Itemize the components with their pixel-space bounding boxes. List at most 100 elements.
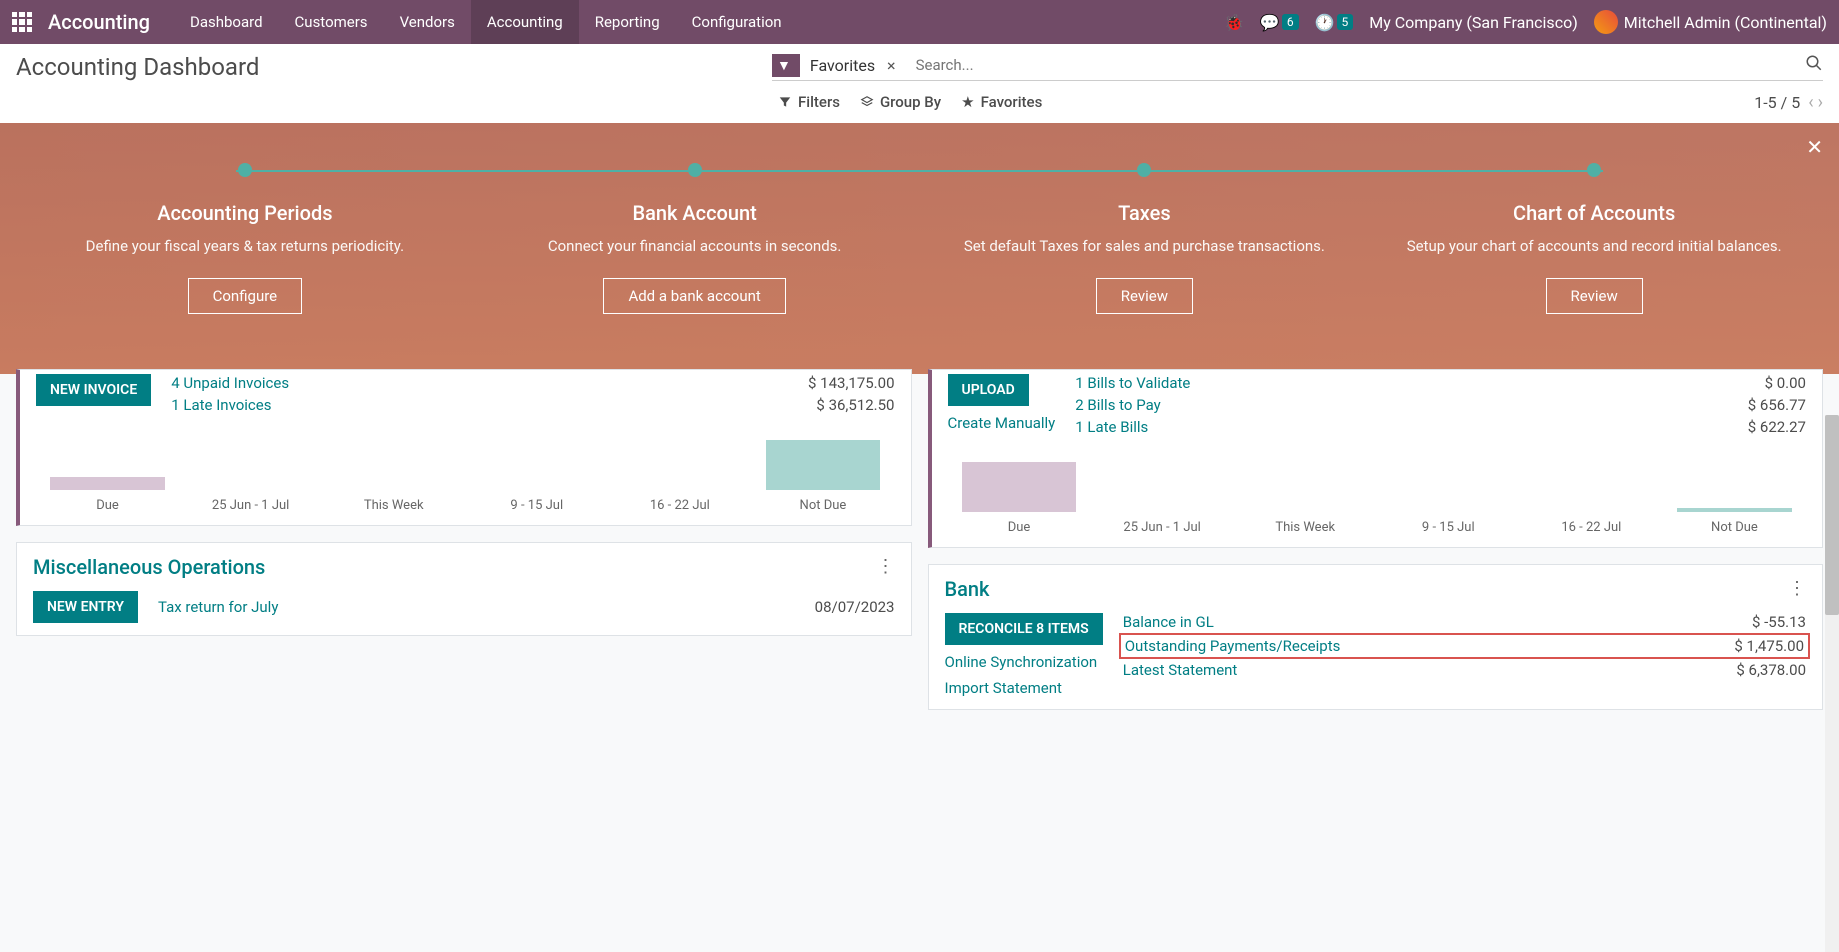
kv-value: $ 1,475.00: [1734, 637, 1804, 655]
chart-label: Due: [36, 498, 179, 513]
step-dot-icon: [1137, 163, 1151, 177]
nav-link-reporting[interactable]: Reporting: [579, 0, 676, 44]
step-desc: Connect your financial accounts in secon…: [490, 235, 900, 258]
step-title: Bank Account: [490, 201, 900, 225]
chart-bar: [1663, 508, 1806, 511]
chat-icon[interactable]: 💬6: [1260, 13, 1299, 32]
step-desc: Setup your chart of accounts and record …: [1389, 235, 1799, 258]
kv-value: $ 143,175.00: [808, 374, 895, 392]
chart-label: Not Due: [1663, 520, 1806, 535]
chat-badge: 6: [1282, 14, 1299, 30]
brand-title: Accounting: [48, 10, 150, 34]
onboarding-step: Taxes Set default Taxes for sales and pu…: [920, 163, 1370, 314]
step-title: Chart of Accounts: [1389, 201, 1799, 225]
kv-row[interactable]: 1 Late Bills$ 622.27: [1075, 418, 1806, 436]
search-icon[interactable]: [1805, 54, 1823, 76]
top-nav: Accounting DashboardCustomersVendorsAcco…: [0, 0, 1839, 44]
bills-chart: [948, 452, 1807, 512]
chart-label: 16 - 22 Jul: [608, 498, 751, 513]
scrollbar-thumb[interactable]: [1825, 415, 1839, 615]
step-button[interactable]: Add a bank account: [603, 278, 785, 314]
kv-value: $ 0.00: [1765, 374, 1806, 392]
bug-icon[interactable]: 🐞: [1224, 13, 1244, 32]
control-bar: Accounting Dashboard ▼ Favorites × Filte…: [0, 44, 1839, 123]
misc-item-label[interactable]: Tax return for July: [158, 598, 775, 616]
nav-link-dashboard[interactable]: Dashboard: [174, 0, 279, 44]
step-button[interactable]: Configure: [188, 278, 303, 314]
search-input[interactable]: [908, 52, 1805, 78]
chart-label: 9 - 15 Jul: [465, 498, 608, 513]
card-menu-icon[interactable]: ⋮: [1788, 578, 1806, 599]
search-facet: ▼: [772, 54, 800, 77]
kv-value: $ -55.13: [1752, 613, 1806, 631]
misc-card-title[interactable]: Miscellaneous Operations: [33, 555, 265, 579]
onboarding-step: Bank Account Connect your financial acco…: [470, 163, 920, 314]
company-selector[interactable]: My Company (San Francisco): [1369, 13, 1578, 32]
kv-row[interactable]: Outstanding Payments/Receipts $ 1,475.00: [1119, 633, 1810, 659]
facet-label: Favorites ×: [802, 54, 908, 77]
kv-key: Outstanding Payments/Receipts: [1125, 637, 1341, 655]
import-statement-link[interactable]: Import Statement: [945, 679, 1062, 697]
nav-link-accounting[interactable]: Accounting: [471, 0, 579, 44]
chart-label: This Week: [322, 498, 465, 513]
pager-next-icon[interactable]: ›: [1818, 92, 1823, 113]
kv-row[interactable]: 1 Late Invoices$ 36,512.50: [171, 396, 894, 414]
apps-icon[interactable]: [12, 12, 32, 32]
favorites-button[interactable]: ★ Favorites: [951, 89, 1052, 115]
card-menu-icon[interactable]: ⋮: [877, 556, 895, 577]
reconcile-button[interactable]: RECONCILE 8 ITEMS: [945, 613, 1103, 645]
onboarding-steps: Accounting Periods Define your fiscal ye…: [20, 163, 1819, 314]
nav-link-configuration[interactable]: Configuration: [676, 0, 798, 44]
groupby-button[interactable]: Group By: [850, 89, 951, 115]
chart-bar: [36, 477, 179, 490]
kv-row[interactable]: Balance in GL $ -55.13: [1123, 613, 1806, 631]
new-entry-button[interactable]: NEW ENTRY: [33, 591, 138, 623]
create-manually-link[interactable]: Create Manually: [948, 414, 1056, 432]
chart-label: 16 - 22 Jul: [1520, 520, 1663, 535]
step-dot-icon: [688, 163, 702, 177]
facet-remove-icon[interactable]: ×: [883, 56, 900, 75]
nav-links: DashboardCustomersVendorsAccountingRepor…: [174, 0, 1224, 44]
bank-card: Bank ⋮ RECONCILE 8 ITEMS Online Synchron…: [928, 564, 1824, 710]
pager: 1-5 / 5 ‹ ›: [1754, 92, 1823, 113]
activity-badge: 5: [1337, 14, 1354, 30]
kv-value: $ 6,378.00: [1736, 661, 1806, 679]
online-sync-link[interactable]: Online Synchronization: [945, 653, 1098, 671]
kv-key: Latest Statement: [1123, 661, 1238, 679]
kv-key: Balance in GL: [1123, 613, 1214, 631]
chart-bar: [751, 440, 894, 490]
kv-row[interactable]: Latest Statement $ 6,378.00: [1123, 661, 1806, 679]
step-button[interactable]: Review: [1096, 278, 1193, 314]
new-invoice-button[interactable]: NEW INVOICE: [36, 374, 151, 406]
bank-card-title[interactable]: Bank: [945, 577, 990, 601]
chart-label: Not Due: [751, 498, 894, 513]
activity-icon[interactable]: 🕐5: [1315, 13, 1354, 32]
kv-value: $ 622.27: [1748, 418, 1806, 436]
onboarding-step: Chart of Accounts Setup your chart of ac…: [1369, 163, 1819, 314]
pager-prev-icon[interactable]: ‹: [1808, 92, 1813, 113]
page-title: Accounting Dashboard: [16, 53, 756, 81]
onboarding-step: Accounting Periods Define your fiscal ye…: [20, 163, 470, 314]
avatar: [1594, 10, 1618, 34]
upload-button[interactable]: UPLOAD: [948, 374, 1029, 406]
pager-count: 1-5 / 5: [1754, 93, 1800, 112]
nav-link-vendors[interactable]: Vendors: [384, 0, 471, 44]
scrollbar[interactable]: [1825, 415, 1839, 952]
kv-key: 2 Bills to Pay: [1075, 396, 1160, 414]
chart-label: This Week: [1234, 520, 1377, 535]
step-title: Taxes: [940, 201, 1350, 225]
kv-row[interactable]: 4 Unpaid Invoices$ 143,175.00: [171, 374, 894, 392]
bills-card: UPLOAD Create Manually 1 Bills to Valida…: [928, 369, 1824, 548]
kv-row[interactable]: 2 Bills to Pay$ 656.77: [1075, 396, 1806, 414]
step-title: Accounting Periods: [40, 201, 450, 225]
nav-link-customers[interactable]: Customers: [279, 0, 384, 44]
filters-button[interactable]: Filters: [768, 89, 850, 115]
dashboard: NEW INVOICE 4 Unpaid Invoices$ 143,175.0…: [0, 369, 1839, 726]
close-icon[interactable]: ✕: [1806, 135, 1823, 159]
step-desc: Set default Taxes for sales and purchase…: [940, 235, 1350, 258]
step-button[interactable]: Review: [1546, 278, 1643, 314]
user-menu[interactable]: Mitchell Admin (Continental): [1594, 10, 1827, 34]
kv-row[interactable]: 1 Bills to Validate $ 0.00: [1075, 374, 1806, 392]
chart-bar: [948, 462, 1091, 512]
kv-key: 1 Bills to Validate: [1075, 374, 1190, 392]
